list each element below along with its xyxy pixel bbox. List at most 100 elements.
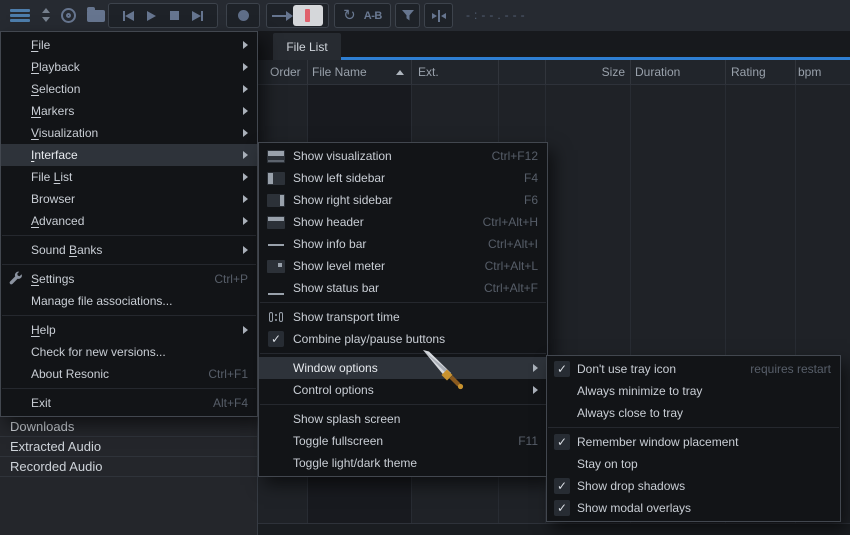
column-header-size[interactable]: Size xyxy=(545,65,625,79)
column-header-duration[interactable]: Duration xyxy=(635,65,680,79)
sidebar-item-extracted-audio[interactable]: Extracted Audio xyxy=(0,437,257,457)
submenu-item-show-transport-time[interactable]: Show transport time xyxy=(259,306,547,328)
menu-item-file[interactable]: File xyxy=(1,34,257,56)
submenu-arrow-icon xyxy=(243,85,248,93)
submenu-item-dont-use-tray-icon[interactable]: Don't use tray iconrequires restart xyxy=(547,358,840,380)
ab-loop-button[interactable]: A-B xyxy=(364,10,382,22)
menu-item-exit[interactable]: ExitAlt+F4 xyxy=(1,392,257,414)
menu-item-about-resonic[interactable]: About ResonicCtrl+F1 xyxy=(1,363,257,385)
submenu-item-window-options[interactable]: Window options xyxy=(259,357,547,379)
submenu-arrow-icon xyxy=(243,195,248,203)
center-playhead-icon[interactable] xyxy=(432,10,446,22)
submenu-arrow-icon xyxy=(243,63,248,71)
submenu-item-show-visualization[interactable]: Show visualizationCtrl+F12 xyxy=(259,145,547,167)
menu-item-markers[interactable]: Markers xyxy=(1,100,257,122)
submenu-item-show-splash-screen[interactable]: Show splash screen xyxy=(259,408,547,430)
pause-toggle-button-active[interactable] xyxy=(293,5,323,26)
menu-item-interface[interactable]: Interface xyxy=(1,144,257,166)
menu-separator xyxy=(260,302,546,303)
submenu-item-combine-play-pause[interactable]: Combine play/pause buttons xyxy=(259,328,547,350)
panel-right-icon xyxy=(267,194,285,207)
menu-item-sound-banks[interactable]: Sound Banks xyxy=(1,239,257,261)
menu-item-settings[interactable]: SettingsCtrl+P xyxy=(1,268,257,290)
submenu-arrow-icon xyxy=(243,41,248,49)
menu-item-manage-file-associations[interactable]: Manage file associations... xyxy=(1,290,257,312)
menu-item-advanced[interactable]: Advanced xyxy=(1,210,257,232)
submenu-item-show-left-sidebar[interactable]: Show left sidebarF4 xyxy=(259,167,547,189)
column-header-order[interactable]: Order xyxy=(270,65,301,79)
wrench-icon xyxy=(9,271,23,288)
submenu-item-show-status-bar[interactable]: Show status barCtrl+Alt+F xyxy=(259,277,547,299)
window-options-submenu: Don't use tray iconrequires restart Alwa… xyxy=(546,355,841,522)
time-display: -:--.--- xyxy=(466,8,529,22)
checkmark-icon xyxy=(268,331,284,347)
folder-icon[interactable] xyxy=(87,10,105,22)
submenu-item-toggle-theme[interactable]: Toggle light/dark theme xyxy=(259,452,547,474)
column-header-filename[interactable]: File Name xyxy=(312,65,367,79)
menu-item-help[interactable]: Help xyxy=(1,319,257,341)
loop-icon[interactable]: ↻ xyxy=(343,8,356,23)
column-header-ext[interactable]: Ext. xyxy=(418,65,439,79)
column-header-rating[interactable]: Rating xyxy=(731,65,766,79)
submenu-arrow-icon xyxy=(243,173,248,181)
submenu-arrow-icon xyxy=(243,246,248,254)
submenu-item-toggle-fullscreen[interactable]: Toggle fullscreenF11 xyxy=(259,430,547,452)
submenu-item-control-options[interactable]: Control options xyxy=(259,379,547,401)
panel-visualization-icon xyxy=(267,150,285,163)
submenu-item-show-level-meter[interactable]: Show level meterCtrl+Alt+L xyxy=(259,255,547,277)
menu-item-playback[interactable]: Playback xyxy=(1,56,257,78)
list-bottom-band xyxy=(258,524,850,535)
sort-ascending-icon xyxy=(396,70,404,75)
menu-separator xyxy=(2,264,256,265)
resonic-app: ↻ A-B -:--.--- File List Order File Name… xyxy=(0,0,850,535)
submenu-arrow-icon xyxy=(243,151,248,159)
skip-to-start-button[interactable] xyxy=(123,11,134,21)
bar-middle-icon xyxy=(267,238,285,251)
level-meter-icon xyxy=(267,260,285,273)
pause-indicator-icon xyxy=(305,9,310,22)
menu-item-selection[interactable]: Selection xyxy=(1,78,257,100)
menu-item-check-for-new-versions[interactable]: Check for new versions... xyxy=(1,341,257,363)
sidebar-item-recorded-audio[interactable]: Recorded Audio xyxy=(0,457,257,477)
submenu-item-always-minimize-to-tray[interactable]: Always minimize to tray xyxy=(547,380,840,402)
disc-icon[interactable] xyxy=(61,8,76,23)
skip-to-end-button[interactable] xyxy=(192,11,203,21)
column-header-bpm[interactable]: bpm xyxy=(798,65,821,79)
interface-submenu: Show visualizationCtrl+F12 Show left sid… xyxy=(258,142,548,477)
tab-file-list[interactable]: File List xyxy=(273,33,341,60)
submenu-item-stay-on-top[interactable]: Stay on top xyxy=(547,453,840,475)
menu-item-visualization[interactable]: Visualization xyxy=(1,122,257,144)
submenu-item-show-header[interactable]: Show headerCtrl+Alt+H xyxy=(259,211,547,233)
menu-item-browser[interactable]: Browser xyxy=(1,188,257,210)
submenu-item-show-info-bar[interactable]: Show info barCtrl+Alt+I xyxy=(259,233,547,255)
menu-separator xyxy=(260,404,546,405)
requires-restart-note: requires restart xyxy=(750,362,831,376)
checkmark-icon xyxy=(554,478,570,494)
submenu-arrow-icon xyxy=(243,107,248,115)
main-menu-icon[interactable] xyxy=(10,9,30,24)
submenu-arrow-icon xyxy=(243,326,248,334)
record-group xyxy=(226,3,260,28)
filter-group xyxy=(395,3,420,28)
up-down-spinner-icon[interactable] xyxy=(41,8,51,22)
submenu-arrow-icon xyxy=(533,364,538,372)
submenu-item-always-close-to-tray[interactable]: Always close to tray xyxy=(547,402,840,424)
filter-funnel-icon[interactable] xyxy=(401,9,415,22)
sidebar-item-downloads[interactable]: Downloads xyxy=(0,417,257,437)
submenu-item-show-modal-overlays[interactable]: Show modal overlays xyxy=(547,497,840,519)
checkmark-icon xyxy=(554,361,570,377)
menu-separator xyxy=(548,427,839,428)
tab-strip: File List xyxy=(258,31,850,60)
checkmark-icon xyxy=(554,434,570,450)
record-button[interactable] xyxy=(238,10,249,21)
continue-arrow-button[interactable] xyxy=(272,15,287,17)
submenu-item-show-drop-shadows[interactable]: Show drop shadows xyxy=(547,475,840,497)
submenu-item-remember-window-placement[interactable]: Remember window placement xyxy=(547,431,840,453)
submenu-item-show-right-sidebar[interactable]: Show right sidebarF6 xyxy=(259,189,547,211)
play-button[interactable] xyxy=(147,11,156,21)
menu-item-file-list[interactable]: File List xyxy=(1,166,257,188)
submenu-arrow-icon xyxy=(533,386,538,394)
stop-button[interactable] xyxy=(170,11,179,20)
submenu-arrow-icon xyxy=(243,129,248,137)
checkmark-icon xyxy=(554,500,570,516)
